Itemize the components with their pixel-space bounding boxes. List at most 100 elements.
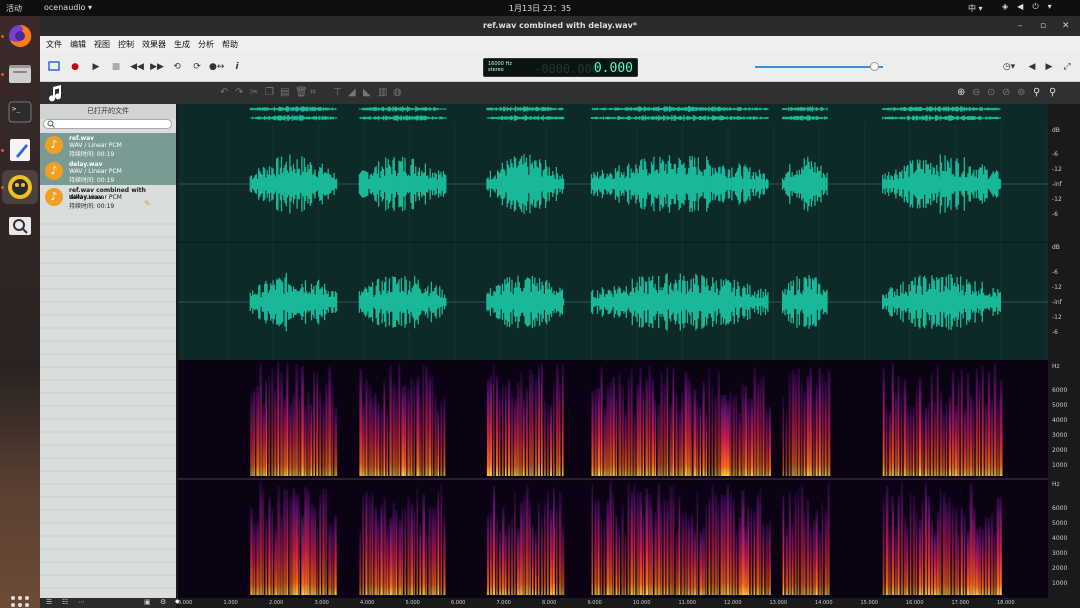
spectrogram-band-channel-2 (951, 505, 954, 595)
file-item-combined[interactable]: ♪ ref.wav combined with delay.wav WAV / … (40, 185, 176, 211)
file-item-delay[interactable]: ♪ delay.wav WAV / Linear PCM 持续时间: 00:19 (40, 159, 176, 185)
waveform-overview[interactable] (178, 104, 1048, 124)
clock[interactable]: 1月13日 23：35 (0, 3, 1080, 14)
history-button[interactable]: ◷▾ (1002, 60, 1016, 74)
dock-firefox[interactable] (6, 22, 34, 50)
loop-button[interactable]: ⟲ (170, 60, 184, 74)
minimize-button[interactable]: – (1018, 16, 1023, 36)
sidebar-search-input[interactable] (43, 119, 172, 129)
timeline-label: 1.000 (223, 600, 238, 606)
spectrogram-band-channel-1 (434, 394, 437, 476)
list-view-icon[interactable]: ☰ (46, 598, 52, 606)
copy-icon[interactable]: ❐ (265, 87, 274, 98)
volume-slider-knob[interactable] (870, 62, 880, 71)
delete-icon[interactable]: 🗑 (295, 87, 308, 98)
zoom-fit-icon[interactable]: ⊙ (987, 87, 995, 98)
menu-analyze[interactable]: 分析 (198, 39, 214, 50)
spectrogram-band-channel-2 (788, 491, 791, 595)
spectrogram-band-channel-2 (812, 519, 816, 595)
spectrogram-band-channel-2 (827, 482, 830, 595)
waveform-settings-icon[interactable]: ⚲ (1049, 87, 1056, 98)
audio-file-icon: ♪ (45, 162, 63, 180)
zoom-in-icon[interactable]: ⊕ (957, 87, 965, 98)
waveform-view[interactable] (178, 124, 1048, 360)
input-method-button[interactable]: 中 ▾ (968, 3, 983, 14)
window-title: ref.wav combined with delay.wav* (482, 21, 638, 30)
file-name: ref.wav (69, 135, 95, 142)
grid-view-icon[interactable]: ⋯ (78, 598, 85, 606)
spectrogram-settings-icon[interactable]: ⚲ (1033, 87, 1040, 98)
spectrogram-band-channel-1 (806, 375, 810, 476)
forward-button[interactable]: ▶ (1042, 60, 1056, 74)
system-tray[interactable]: ◈ ◀ ⏻ ▾ (1002, 2, 1052, 12)
fade-out-icon[interactable]: ◣ (363, 87, 371, 98)
waveform-channel-1 (249, 154, 338, 214)
app-grid-icon[interactable] (11, 596, 29, 608)
spectrogram-band-channel-2 (516, 528, 520, 595)
spectrogram-band-channel-1 (924, 406, 928, 476)
zoom-selection-icon[interactable]: ⊘ (1002, 87, 1010, 98)
timeline-label: 4.000 (360, 600, 375, 606)
select-mode-button[interactable] (47, 60, 61, 74)
timeline-label: 9.000 (587, 600, 602, 606)
menu-view[interactable]: 视图 (94, 39, 110, 50)
hz-label: 3000 (1052, 550, 1068, 557)
overview-channel-2 (781, 115, 828, 121)
volume-slider[interactable] (755, 66, 883, 68)
spectrogram-band-channel-1 (660, 371, 663, 476)
info-button[interactable]: i (230, 60, 244, 74)
fast-forward-button[interactable]: ▶▶ (150, 60, 164, 74)
timeline-label: 8.000 (542, 600, 557, 606)
spectrogram-band-channel-1 (714, 395, 717, 476)
spectrogram-band-channel-1 (549, 404, 552, 476)
crop-icon[interactable]: ⌗ (310, 87, 316, 98)
dock-ocenaudio[interactable] (6, 173, 34, 201)
marker-icon[interactable]: ◍ (393, 87, 402, 98)
spectrogram-view[interactable] (178, 360, 1048, 598)
back-button[interactable]: ◀ (1025, 60, 1039, 74)
record-button[interactable]: ● (68, 60, 82, 74)
stop-button[interactable]: ■ (109, 60, 123, 74)
image-view-icon[interactable]: ▣ (144, 598, 151, 606)
dock-search-tool[interactable] (6, 212, 34, 240)
dock-terminal[interactable]: >_ (6, 98, 34, 126)
spectrogram-band-channel-1 (316, 374, 319, 476)
file-item-ref[interactable]: ♪ ref.wav WAV / Linear PCM 持续时间: 00:19 (40, 133, 176, 159)
menu-help[interactable]: 帮助 (222, 39, 238, 50)
rewind-button[interactable]: ◀◀ (130, 60, 144, 74)
hz-scale: Hz 6000 5000 4000 3000 2000 1000 Hz 6000… (1048, 360, 1080, 598)
spectrogram-band-channel-1 (274, 387, 277, 476)
close-button[interactable]: ✕ (1062, 16, 1070, 36)
undo-icon[interactable]: ↶ (220, 87, 228, 98)
time-ruler[interactable]: ◆ 0.000 1.000 2.000 3.000 4.000 5.000 6.000 7.0… (175, 598, 1080, 608)
menu-control[interactable]: 控制 (118, 39, 134, 50)
paste-icon[interactable]: ▤ (280, 87, 289, 98)
menu-edit[interactable]: 编辑 (70, 39, 86, 50)
normalize-icon[interactable]: ▥ (378, 87, 387, 98)
trim-icon[interactable]: ⊤ (333, 87, 342, 98)
redo-icon[interactable]: ↷ (235, 87, 243, 98)
zoom-all-icon[interactable]: ⊚ (1017, 87, 1025, 98)
spectrogram-band-channel-1 (711, 387, 714, 476)
follow-button[interactable]: ●↔ (209, 60, 224, 74)
menu-generate[interactable]: 生成 (174, 39, 190, 50)
cut-icon[interactable]: ✂ (250, 87, 258, 98)
spectrogram-band-channel-1 (633, 412, 636, 476)
spectrogram-band-channel-2 (486, 516, 489, 595)
zoom-out-icon[interactable]: ⊖ (972, 87, 980, 98)
play-button[interactable]: ▶ (89, 60, 103, 74)
menu-file[interactable]: 文件 (46, 39, 62, 50)
spectrogram-band-channel-2 (909, 493, 912, 595)
fade-in-icon[interactable]: ◢ (348, 87, 356, 98)
maximize-button[interactable]: ▫ (1040, 16, 1046, 36)
repeat-button[interactable]: ⟳ (190, 60, 204, 74)
dock-text-editor[interactable] (6, 136, 34, 164)
timeline-label: 17.000 (951, 600, 970, 606)
detail-view-icon[interactable]: ☷ (62, 598, 68, 606)
dock-files[interactable] (6, 60, 34, 88)
settings-icon[interactable]: ⚙ (160, 598, 166, 606)
expand-button[interactable]: ⤢ (1060, 60, 1074, 74)
menu-effects[interactable]: 效果器 (142, 39, 166, 50)
files-icon (9, 65, 31, 83)
spectrogram-band-channel-1 (891, 362, 894, 476)
